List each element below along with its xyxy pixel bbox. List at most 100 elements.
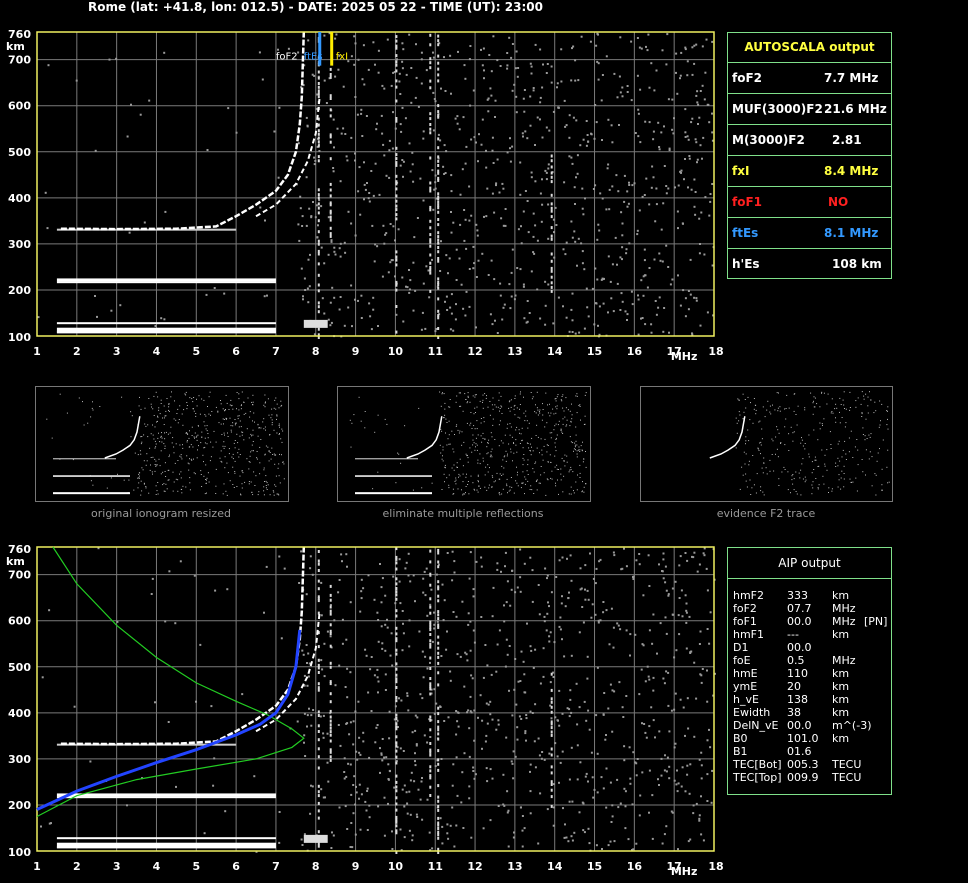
noise-dot [368,756,371,759]
noise-dot [40,825,42,828]
thumb-noise-dot [232,425,234,427]
noise-dot [637,298,640,301]
noise-dot [699,324,702,327]
thumb-noise-dot [461,444,463,446]
noise-dot [568,800,571,803]
noise-dot [407,709,410,712]
noise-dot [696,161,698,164]
thumb-noise-dot [527,464,529,466]
noise-dot [529,645,532,648]
noise-dot [700,751,703,754]
noise-dot [354,96,357,98]
thumb-noise-dot [887,482,889,484]
aip-value: 101.0 [787,732,819,745]
es-multiple-trace [56,281,276,284]
markers: foF2 ftEs fxI [276,32,348,66]
noise-dot [406,802,409,805]
thumb-noise-dot [140,494,142,496]
noise-dot [632,751,635,754]
aip-row: D1 00.0 [728,641,891,654]
noise-dot [510,760,513,763]
thumb-noise-dot [181,492,183,494]
thumb-noise-dot [171,442,173,444]
noise-dot [576,172,579,175]
noise-dot [589,552,591,555]
thumb-noise-dot [875,410,877,412]
noise-dot [525,739,527,742]
streak-dot [317,305,320,309]
noise-dot [174,622,177,625]
noise-dot [356,113,359,116]
thumb-noise-dot [200,470,202,472]
noise-dot [544,280,547,283]
streak-dot [329,226,332,230]
thumb-noise-dot [157,437,159,439]
noise-dot [511,714,514,717]
thumb-noise-dot [169,454,170,456]
noise-dot [468,185,471,188]
thumb-noise-dot [527,474,529,475]
noise-dot [381,642,384,645]
noise-dot [687,290,690,292]
x-tick-label: 3 [113,345,121,358]
noise-dot [665,825,668,828]
thumb-noise-dot [864,435,866,437]
thumb-noise-dot [564,465,566,467]
streak-dot [437,565,440,569]
thumb-noise-dot [239,475,241,477]
thumb-noise-dot [174,400,175,402]
thumb-noise-dot [145,425,147,427]
noise-dot [450,293,453,296]
noise-dot [399,123,402,126]
thumb-noise-dot [816,403,818,405]
streak-dot [317,569,320,572]
noise-dot [529,62,532,65]
noise-dot [679,74,682,77]
thumb-noise-dot [252,441,254,442]
noise-dot [607,163,610,166]
noise-dot [473,709,476,712]
thumb-noise-dot [273,407,275,409]
noise-dot [489,87,492,90]
noise-dot [402,48,405,51]
noise-dot [708,214,711,217]
thumb-noise-dot [224,410,225,412]
thumb-noise-dot [576,393,578,395]
streak-dot [437,712,440,716]
noise-dot [592,577,595,580]
streak-dot [317,766,320,770]
noise-dot [674,692,677,695]
noise-dot [343,324,346,327]
thumb-noise-dot [264,453,266,455]
thumb-noise-dot [221,461,223,463]
thumb-noise-dot [271,424,273,426]
noise-dot [278,841,281,844]
noise-dot [516,267,519,269]
thumb-noise-dot [566,461,568,463]
tick-labels: 1 2 3 4 5 6 7 8 9 10 11 12 13 14 15 16 17 18MHz1002003004… [6,543,724,878]
thumb-noise-dot [468,493,470,495]
thumb-noise-dot [475,437,477,439]
noise-dot [693,296,696,299]
thumb-noise-dot [400,462,402,464]
thumb-noise-dot [874,473,876,475]
noise-dot [333,246,336,249]
thumb-noise-dot [526,470,528,472]
noise-dot [459,193,462,196]
noise-dot [624,827,627,830]
thumb-noise-dot [155,464,157,466]
streak-dot [429,244,432,248]
y-axis-label: km [6,40,25,53]
noise-dot [628,181,630,184]
thumb-noise-dot [164,471,166,472]
noise-dot [704,71,707,74]
thumb-noise-dot [225,490,227,492]
thumb-noise-dot [234,472,236,474]
noise-dot [350,222,353,225]
thumb-noise-dot [480,435,482,437]
thumb-noise-dot [573,490,574,492]
noise-dot [534,180,537,183]
aip-row: B0 101.0 km [728,732,891,745]
noise-dot [530,171,533,174]
noise-dot [366,182,368,184]
